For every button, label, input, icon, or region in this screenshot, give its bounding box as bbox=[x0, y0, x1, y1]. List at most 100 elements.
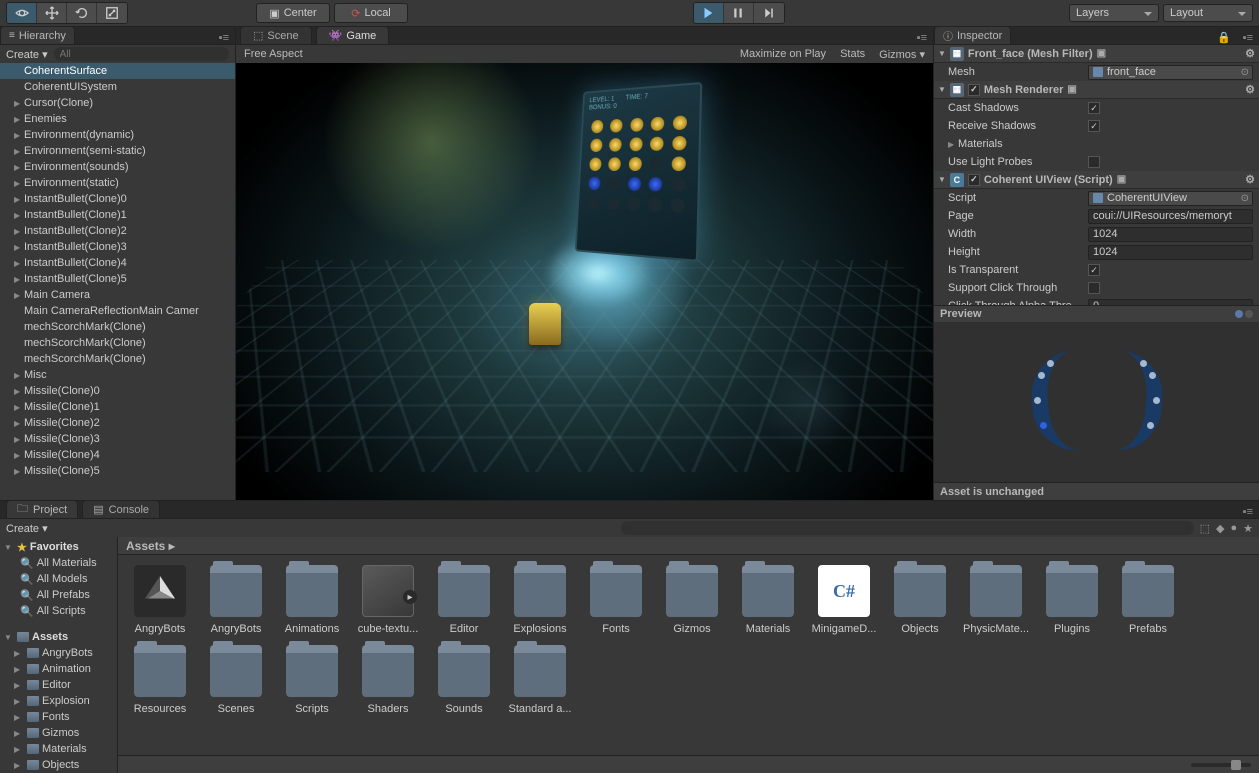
chevron-down-icon[interactable]: ▼ bbox=[938, 85, 946, 94]
asset-item[interactable]: Prefabs bbox=[1114, 565, 1182, 635]
step-button[interactable] bbox=[754, 3, 784, 23]
coherent-script-field[interactable]: CoherentUIView bbox=[1088, 191, 1253, 206]
coherent-page-field[interactable]: coui://UIResources/memoryt bbox=[1088, 209, 1253, 224]
asset-item[interactable]: Sounds bbox=[430, 645, 498, 715]
search-type-icon[interactable]: ◆ bbox=[1216, 522, 1224, 535]
tab-project[interactable]: 🗀Project bbox=[6, 500, 78, 518]
favorite-item[interactable]: 🔍All Models bbox=[0, 571, 117, 587]
rotate-tool[interactable] bbox=[67, 3, 97, 23]
hierarchy-list[interactable]: CoherentSurfaceCoherentUISystem▶Cursor(C… bbox=[0, 63, 235, 500]
help-icon[interactable]: ▣ bbox=[1117, 174, 1126, 185]
hierarchy-item[interactable]: ▶InstantBullet(Clone)4 bbox=[0, 255, 235, 271]
hierarchy-item[interactable]: ▶Missile(Clone)3 bbox=[0, 431, 235, 447]
coherent-width-field[interactable]: 1024 bbox=[1088, 227, 1253, 242]
hand-tool[interactable] bbox=[7, 3, 37, 23]
tab-game[interactable]: 👾Game bbox=[316, 26, 390, 44]
hierarchy-item[interactable]: ▶Main Camera bbox=[0, 287, 235, 303]
mesh-filter-mesh-field[interactable]: front_face bbox=[1088, 65, 1253, 80]
coherent-height-field[interactable]: 1024 bbox=[1088, 245, 1253, 260]
preview-header[interactable]: Preview bbox=[934, 305, 1259, 322]
asset-item[interactable]: Objects bbox=[886, 565, 954, 635]
asset-item[interactable]: Plugins bbox=[1038, 565, 1106, 635]
gear-icon[interactable]: ⚙ bbox=[1245, 173, 1255, 186]
hierarchy-search-input[interactable] bbox=[54, 47, 229, 61]
pivot-center-button[interactable]: ▣Center bbox=[256, 3, 330, 23]
hierarchy-item[interactable]: ▶Enemies bbox=[0, 111, 235, 127]
search-save-icon[interactable]: ★ bbox=[1243, 522, 1253, 535]
hierarchy-item[interactable]: mechScorchMark(Clone) bbox=[0, 319, 235, 335]
hierarchy-item[interactable]: ▶Missile(Clone)0 bbox=[0, 383, 235, 399]
chevron-down-icon[interactable]: ▼ bbox=[938, 49, 946, 58]
asset-item[interactable]: Resources bbox=[126, 645, 194, 715]
hierarchy-item[interactable]: ▶InstantBullet(Clone)0 bbox=[0, 191, 235, 207]
tree-folder-item[interactable]: ▶Materials bbox=[0, 741, 117, 757]
preview-viewport[interactable] bbox=[934, 322, 1259, 482]
tree-folder-item[interactable]: ▶Fonts bbox=[0, 709, 117, 725]
hierarchy-item[interactable]: ▶Missile(Clone)1 bbox=[0, 399, 235, 415]
hierarchy-item[interactable]: ▶Cursor(Clone) bbox=[0, 95, 235, 111]
asset-item[interactable]: Editor bbox=[430, 565, 498, 635]
hierarchy-item[interactable]: ▶Missile(Clone)4 bbox=[0, 447, 235, 463]
favorites-header[interactable]: ▼★Favorites bbox=[0, 539, 117, 555]
pause-button[interactable] bbox=[724, 3, 754, 23]
asset-item[interactable]: Animations bbox=[278, 565, 346, 635]
project-search-input[interactable] bbox=[621, 521, 1194, 535]
asset-item[interactable]: Scripts bbox=[278, 645, 346, 715]
hierarchy-item[interactable]: ▶Environment(dynamic) bbox=[0, 127, 235, 143]
hierarchy-item[interactable]: ▶InstantBullet(Clone)3 bbox=[0, 239, 235, 255]
panel-menu-icon[interactable]: ▪≡ bbox=[911, 32, 933, 44]
favorite-item[interactable]: 🔍All Scripts bbox=[0, 603, 117, 619]
hierarchy-item[interactable]: ▶InstantBullet(Clone)2 bbox=[0, 223, 235, 239]
component-coherent-uiview[interactable]: ▼ C ✓ Coherent UIView (Script) ▣ ⚙ bbox=[934, 171, 1259, 189]
tree-folder-item[interactable]: ▶AngryBots bbox=[0, 645, 117, 661]
gizmos-dropdown[interactable]: Gizmos ▾ bbox=[879, 48, 925, 61]
asset-item[interactable]: Shaders bbox=[354, 645, 422, 715]
hierarchy-item[interactable]: mechScorchMark(Clone) bbox=[0, 335, 235, 351]
asset-item[interactable]: AngryBots bbox=[126, 565, 194, 635]
tab-console[interactable]: ▤Console bbox=[82, 500, 160, 518]
layout-dropdown[interactable]: Layout bbox=[1163, 4, 1253, 22]
chevron-right-icon[interactable]: ▶ bbox=[948, 140, 958, 149]
thumbnail-size-slider[interactable] bbox=[1191, 763, 1251, 767]
asset-item[interactable]: Explosions bbox=[506, 565, 574, 635]
panel-menu-icon[interactable]: ▪≡ bbox=[1237, 506, 1259, 518]
tree-folder-item[interactable]: ▶Objects bbox=[0, 757, 117, 773]
scale-tool[interactable] bbox=[97, 3, 127, 23]
hierarchy-item[interactable]: ▶InstantBullet(Clone)5 bbox=[0, 271, 235, 287]
coherent-enable[interactable]: ✓ bbox=[968, 174, 980, 186]
asset-item[interactable]: Scenes bbox=[202, 645, 270, 715]
hierarchy-item[interactable]: ▶Environment(sounds) bbox=[0, 159, 235, 175]
project-tree[interactable]: ▼★Favorites 🔍All Materials🔍All Models🔍Al… bbox=[0, 537, 118, 773]
gear-icon[interactable]: ⚙ bbox=[1245, 47, 1255, 60]
hierarchy-item[interactable]: Main CameraReflectionMain Camer bbox=[0, 303, 235, 319]
assets-header[interactable]: ▼Assets bbox=[0, 629, 117, 645]
aspect-dropdown[interactable]: Free Aspect bbox=[244, 48, 303, 60]
hierarchy-item[interactable]: mechScorchMark(Clone) bbox=[0, 351, 235, 367]
move-tool[interactable] bbox=[37, 3, 67, 23]
panel-menu-icon[interactable]: ▪≡ bbox=[1237, 32, 1259, 44]
is-transparent-checkbox[interactable]: ✓ bbox=[1088, 264, 1100, 276]
lock-icon[interactable]: 🔒 bbox=[1211, 31, 1237, 44]
asset-item[interactable]: Gizmos bbox=[658, 565, 726, 635]
light-probes-checkbox[interactable] bbox=[1088, 156, 1100, 168]
hierarchy-tab[interactable]: ≡Hierarchy bbox=[0, 26, 75, 44]
hierarchy-item[interactable]: CoherentSurface bbox=[0, 63, 235, 79]
hierarchy-create-button[interactable]: Create ▾ bbox=[6, 48, 48, 61]
hierarchy-item[interactable]: ▶Environment(static) bbox=[0, 175, 235, 191]
asset-item[interactable]: Standard a... bbox=[506, 645, 574, 715]
panel-menu-icon[interactable]: ▪≡ bbox=[213, 32, 235, 44]
hierarchy-item[interactable]: ▶Misc bbox=[0, 367, 235, 383]
play-button[interactable] bbox=[694, 3, 724, 23]
tree-folder-item[interactable]: ▶Animation bbox=[0, 661, 117, 677]
asset-item[interactable]: C#MinigameD... bbox=[810, 565, 878, 635]
asset-item[interactable]: AngryBots bbox=[202, 565, 270, 635]
receive-shadows-checkbox[interactable]: ✓ bbox=[1088, 120, 1100, 132]
stats-toggle[interactable]: Stats bbox=[840, 48, 865, 60]
project-create-button[interactable]: Create ▾ bbox=[6, 522, 48, 535]
tree-folder-item[interactable]: ▶Gizmos bbox=[0, 725, 117, 741]
project-asset-grid[interactable]: AngryBotsAngryBotsAnimationscube-textu..… bbox=[118, 555, 1259, 755]
hierarchy-item[interactable]: CoherentUISystem bbox=[0, 79, 235, 95]
mesh-renderer-enable[interactable]: ✓ bbox=[968, 84, 980, 96]
hierarchy-item[interactable]: ▶Missile(Clone)5 bbox=[0, 463, 235, 479]
favorite-item[interactable]: 🔍All Prefabs bbox=[0, 587, 117, 603]
